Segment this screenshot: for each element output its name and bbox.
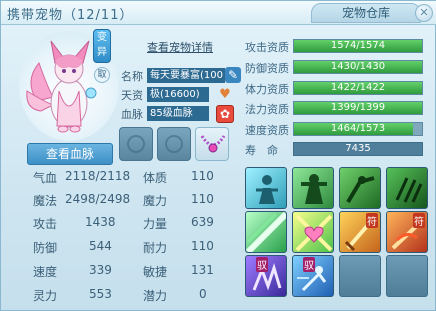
- close-icon[interactable]: ✕: [415, 4, 433, 22]
- skill-figure-claw[interactable]: [386, 167, 428, 209]
- apt-label-mana: 法力资质: [245, 103, 289, 116]
- dash-skill-icon: [346, 176, 375, 204]
- bloodline-label: 血脉: [121, 108, 143, 121]
- skill-talisman-sword-2[interactable]: 符: [386, 211, 428, 253]
- heart-icon[interactable]: ♥: [217, 87, 233, 103]
- apt-bar-attack: 1574/1574: [293, 39, 423, 53]
- take-badge[interactable]: 取: [94, 67, 110, 83]
- skill-yu-crystal[interactable]: 驭: [245, 255, 287, 297]
- equip-slot-necklace[interactable]: [195, 127, 229, 161]
- edit-pencil-icon[interactable]: ✎: [225, 67, 241, 83]
- skill-heart-cross[interactable]: [292, 211, 334, 253]
- header-bar: 携带宠物（12/11） 宠物仓库 ✕: [1, 1, 436, 25]
- apt-label-defense: 防御资质: [245, 62, 289, 75]
- variant-badge: 变异: [93, 29, 111, 63]
- name-label: 名称: [121, 70, 143, 83]
- life-label: 寿 命: [245, 144, 278, 157]
- skill-figure-dark-green[interactable]: [339, 167, 381, 209]
- talent-row: 天资: [121, 87, 145, 103]
- equip-slot-2[interactable]: [157, 127, 191, 161]
- skill-green-light[interactable]: [245, 211, 287, 253]
- apt-label-attack: 攻击资质: [245, 41, 289, 54]
- apt-bar-speed: 1464/1573: [293, 122, 423, 136]
- skill-figure-green[interactable]: [292, 167, 334, 209]
- talisman-badge-1: 符: [366, 213, 378, 228]
- apt-value-stamina: 1422/1422: [330, 82, 386, 93]
- apt-value-mana: 1399/1399: [330, 102, 386, 113]
- name-row: 名称: [121, 68, 145, 84]
- life-value-bar: 7435: [293, 142, 423, 156]
- apt-bar-mana: 1399/1399: [293, 101, 423, 115]
- apt-value-speed: 1464/1573: [330, 123, 386, 134]
- view-bloodline-button[interactable]: 查看血脉: [27, 143, 113, 165]
- bloodline-row: 血脉: [121, 106, 145, 122]
- skill-talisman-sword-1[interactable]: 符: [339, 211, 381, 253]
- pet-bloodline-field: 85级血脉: [147, 106, 209, 121]
- necklace-icon: [200, 135, 226, 153]
- apt-bar-stamina: 1422/1422: [293, 81, 423, 95]
- yu-badge-1: 驭: [256, 257, 268, 272]
- skill-slot-empty-1[interactable]: [339, 255, 381, 297]
- view-pet-details-link[interactable]: 查看宠物详情: [147, 39, 213, 55]
- yu-badge-2: 驭: [303, 257, 315, 272]
- apt-label-stamina: 体力资质: [245, 83, 289, 96]
- apt-bar-defense: 1430/1430: [293, 60, 423, 74]
- tab-pet-storage[interactable]: 宠物仓库: [311, 3, 421, 23]
- skill-yu-runner[interactable]: 驭: [292, 255, 334, 297]
- talisman-badge-2: 符: [413, 213, 425, 228]
- talent-label: 天资: [121, 89, 143, 102]
- skill-figure-cyan[interactable]: [245, 167, 287, 209]
- strength-skill-icon: [301, 174, 327, 204]
- heart-cross-icon: [295, 214, 333, 252]
- pet-talent-field: 极(16600): [147, 87, 209, 102]
- bloodline-token-icon[interactable]: ✿: [216, 105, 234, 123]
- humanoid-skill-icon: [256, 175, 278, 204]
- carry-pets-title: 携带宠物（12/11）: [7, 8, 134, 23]
- pet-panel: 携带宠物（12/11） 宠物仓库 ✕ 变异 取 查看血脉 查看宠物详情 名称 每…: [0, 0, 436, 311]
- pet-name-field[interactable]: 每天要暴富(100: [147, 68, 225, 83]
- light-beam-icon: [246, 212, 286, 252]
- apt-label-speed: 速度资质: [245, 124, 289, 137]
- skill-slot-empty-2[interactable]: [386, 255, 428, 297]
- apt-value-defense: 1430/1430: [330, 61, 386, 72]
- claw-skill-icon: [395, 177, 423, 203]
- equip-slot-1[interactable]: [119, 127, 153, 161]
- apt-value-attack: 1574/1574: [330, 40, 386, 51]
